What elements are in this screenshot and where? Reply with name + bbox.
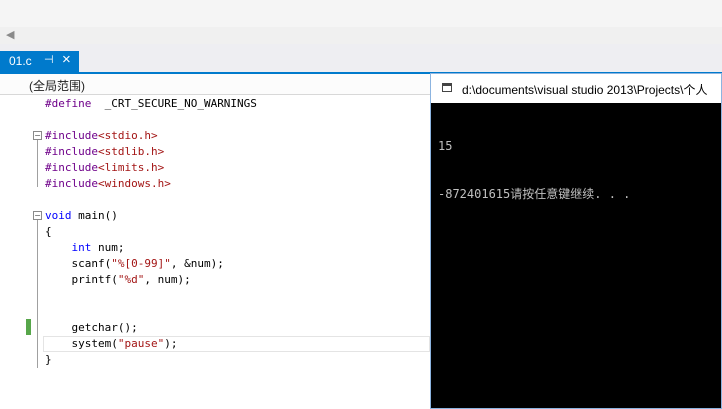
code-line[interactable]: #include<windows.h> (0, 176, 430, 192)
console-title: d:\documents\visual studio 2013\Projects… (462, 83, 708, 97)
code-line[interactable]: { (0, 224, 430, 240)
code-text: printf("%d", num); (45, 272, 191, 288)
code-line[interactable]: #define _CRT_SECURE_NO_WARNINGS (0, 96, 430, 112)
code-text: scanf("%[0-99]", &num); (45, 256, 224, 272)
code-line[interactable]: } (0, 352, 430, 368)
scope-dropdown[interactable]: (全局范围) (0, 74, 430, 95)
code-token: <stdio.h> (97, 129, 158, 142)
code-line[interactable]: void main() (0, 208, 430, 224)
code-line[interactable]: #include<stdlib.h> (0, 144, 430, 160)
current-line-highlight (43, 336, 430, 352)
code-token: , &num); (170, 257, 224, 270)
code-line[interactable] (0, 192, 430, 208)
console-line: 15 (438, 139, 453, 153)
console-window-icon (442, 83, 452, 92)
code-line[interactable]: scanf("%[0-99]", &num); (0, 256, 430, 272)
close-icon[interactable]: × (62, 51, 71, 68)
fold-guide (37, 140, 38, 187)
code-line[interactable]: printf("%d", num); (0, 272, 430, 288)
code-text: } (45, 352, 52, 368)
code-token: #include (45, 145, 98, 158)
code-token: <windows.h> (97, 177, 171, 190)
tab-strip: 01.c ⊣ × (0, 44, 722, 72)
scroll-left-icon[interactable]: ◀ (6, 28, 14, 41)
code-line[interactable]: getchar(); (0, 320, 430, 336)
code-line[interactable]: #include<limits.h> (0, 160, 430, 176)
code-token: num; (91, 241, 125, 254)
code-token: _CRT_SECURE_NO_WARNINGS (91, 97, 257, 110)
console-line: -872401615请按任意键继续. . . (438, 187, 631, 201)
code-token: } (45, 353, 52, 366)
horizontal-scrollbar[interactable]: ◀ (0, 27, 722, 45)
code-line[interactable] (0, 304, 430, 320)
code-token: { (45, 225, 52, 238)
code-token: <stdlib.h> (97, 145, 165, 158)
tab-label: 01.c (9, 54, 32, 68)
code-line[interactable]: #include<stdio.h> (0, 128, 430, 144)
code-line[interactable] (0, 288, 430, 304)
code-token: , num); (144, 273, 191, 286)
code-token: getchar(); (45, 321, 138, 334)
fold-guide (37, 220, 38, 368)
code-text: int num; (45, 240, 125, 256)
code-token: main() (71, 209, 118, 222)
code-text: #include<stdio.h> (45, 128, 158, 144)
code-text: #include<windows.h> (45, 176, 171, 192)
tab-01c[interactable]: 01.c ⊣ × (0, 51, 79, 72)
pin-icon[interactable]: ⊣ (44, 53, 54, 66)
code-token: <limits.h> (97, 161, 165, 174)
code-token: void (45, 209, 72, 222)
change-marker (26, 319, 31, 335)
console-titlebar[interactable]: d:\documents\visual studio 2013\Projects… (431, 74, 721, 103)
code-text: getchar(); (45, 320, 138, 336)
code-token: #include (45, 129, 98, 142)
fold-collapse-icon[interactable]: − (33, 211, 42, 220)
code-line[interactable]: int num; (0, 240, 430, 256)
code-token: #define (45, 97, 92, 110)
fold-collapse-icon[interactable]: − (33, 131, 42, 140)
code-token: "%d" (117, 273, 145, 286)
code-text: #include<stdlib.h> (45, 144, 164, 160)
code-text: #define _CRT_SECURE_NO_WARNINGS (45, 96, 257, 112)
console-window[interactable]: d:\documents\visual studio 2013\Projects… (430, 73, 722, 409)
code-line[interactable] (0, 112, 430, 128)
console-output: 15 -872401615请按任意键继续. . . (438, 106, 630, 234)
code-editor[interactable]: #define _CRT_SECURE_NO_WARNINGS #include<… (0, 95, 430, 409)
scope-label: (全局范围) (29, 79, 85, 93)
code-text: #include<limits.h> (45, 160, 164, 176)
code-token: #include (45, 177, 98, 190)
code-text: { (45, 224, 52, 240)
code-token: "%[0-99]" (111, 257, 171, 270)
code-token: int (71, 241, 92, 254)
code-token: #include (45, 161, 98, 174)
code-token: printf( (45, 273, 118, 286)
code-token: scanf( (45, 257, 112, 270)
code-text: void main() (45, 208, 118, 224)
toolbar-area (0, 0, 722, 27)
